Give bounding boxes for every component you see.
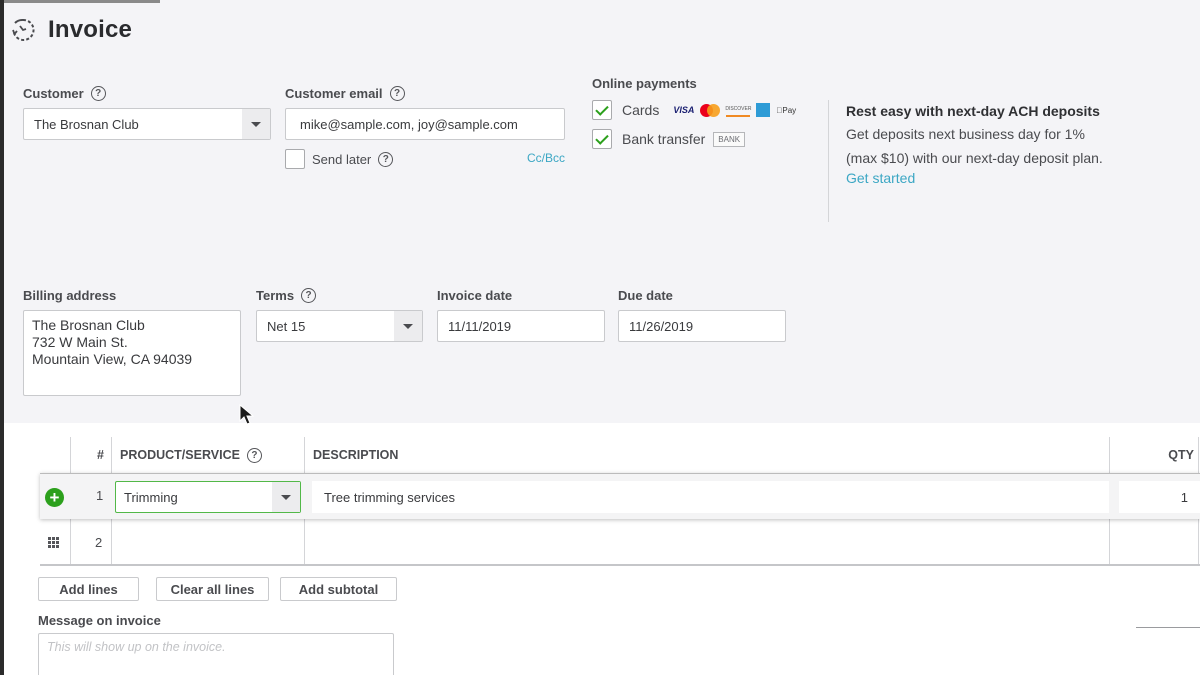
promo-title: Rest easy with next-day ACH deposits [846, 103, 1100, 119]
checkmark-icon [595, 101, 609, 116]
billing-line: 732 W Main St. [32, 334, 128, 350]
help-icon[interactable]: ? [378, 151, 394, 167]
bank-transfer-option: Bank transfer BANK [592, 129, 796, 149]
amex-icon [756, 103, 771, 117]
invoice-date-input[interactable]: 11/11/2019 [437, 310, 605, 342]
chevron-down-icon [403, 323, 413, 329]
billing-address-field: Billing address The Brosnan Club 732 W M… [23, 288, 241, 396]
recurring-clock-icon[interactable] [10, 17, 36, 43]
online-payments-label: Online payments [592, 76, 697, 91]
page-title: Invoice [48, 16, 133, 43]
due-date-value: 11/26/2019 [629, 318, 694, 334]
description-input[interactable]: Tree trimming services [312, 481, 1109, 513]
qty-input[interactable]: 1 [1119, 481, 1200, 513]
table-bottom-border [40, 564, 1200, 566]
due-date-label: Due date [618, 288, 673, 303]
column-header-number: # [97, 448, 104, 462]
cards-checkbox[interactable] [592, 100, 612, 120]
chevron-down-icon [251, 121, 261, 127]
bank-icon: BANK [713, 131, 746, 147]
product-dropdown-toggle[interactable] [272, 482, 300, 512]
chevron-down-icon [281, 494, 291, 500]
terms-dropdown-toggle[interactable] [394, 311, 422, 341]
divider [1136, 627, 1200, 628]
description-value: Tree trimming services [324, 489, 455, 505]
checkmark-icon [595, 130, 609, 145]
message-input[interactable]: This will show up on the invoice. [38, 633, 394, 675]
terms-select[interactable]: Net 15 [256, 310, 423, 342]
column-header-qty: QTY [1168, 448, 1194, 462]
billing-address-label: Billing address [23, 288, 117, 303]
help-icon[interactable]: ? [389, 86, 405, 101]
discover-icon: DISCOVER [725, 104, 751, 117]
get-started-link[interactable]: Get started [846, 170, 1118, 186]
clear-all-lines-button[interactable]: Clear all lines [156, 577, 269, 601]
email-label: Customer email ? [285, 86, 565, 101]
column-header-description: DESCRIPTION [313, 448, 399, 462]
card-logos: VISA DISCOVER Pay [673, 103, 796, 117]
row-number: 2 [95, 535, 103, 550]
qty-value: 1 [1180, 489, 1188, 505]
apple-pay-text: Pay [776, 105, 796, 115]
customer-dropdown-toggle[interactable] [242, 109, 270, 139]
help-icon[interactable]: ? [90, 86, 106, 101]
line-items-section: # PRODUCT/SERVICE ? DESCRIPTION QTY + 1 … [4, 423, 1200, 675]
terms-label: Terms ? [256, 288, 423, 303]
table-row[interactable]: + 1 Trimming Tree trimming services 1 [40, 473, 1200, 519]
add-subtotal-button[interactable]: Add subtotal [280, 577, 397, 601]
customer-value: The Brosnan Club [34, 116, 139, 132]
customer-select[interactable]: The Brosnan Club [23, 108, 271, 140]
invoice-date-value: 11/11/2019 [448, 318, 512, 334]
customer-field: Customer ? The Brosnan Club [23, 86, 271, 140]
terms-field: Terms ? Net 15 [256, 288, 423, 342]
send-later-checkbox[interactable] [285, 149, 305, 169]
help-icon[interactable]: ? [246, 447, 262, 463]
terms-label-text: Terms [256, 288, 295, 303]
customer-email-input[interactable]: mike@sample.com, joy@sample.com [285, 108, 565, 140]
invoice-date-field: Invoice date 11/11/2019 [437, 288, 605, 342]
product-header-text: PRODUCT/SERVICE [120, 448, 240, 462]
email-field: Customer email ? mike@sample.com, joy@sa… [285, 86, 565, 169]
terms-value: Net 15 [267, 318, 306, 334]
message-label: Message on invoice [38, 613, 161, 628]
help-icon[interactable]: ? [301, 288, 317, 303]
send-later-label: Send later [312, 151, 372, 167]
ach-promo: Rest easy with next-day ACH deposits Get… [828, 100, 1118, 222]
mastercard-icon [700, 103, 721, 117]
add-line-icon[interactable]: + [45, 488, 64, 507]
due-date-input[interactable]: 11/26/2019 [618, 310, 786, 342]
customer-label: Customer ? [23, 86, 271, 101]
email-label-text: Customer email [285, 86, 383, 101]
row-number: 1 [96, 488, 104, 503]
product-value: Trimming [124, 489, 178, 505]
add-lines-button[interactable]: Add lines [38, 577, 139, 601]
visa-icon: VISA [673, 105, 695, 115]
product-select[interactable]: Trimming [115, 481, 301, 513]
billing-address-input[interactable]: The Brosnan Club 732 W Main St. Mountain… [23, 310, 241, 396]
cards-option: Cards VISA DISCOVER Pay [592, 100, 796, 120]
email-value: mike@sample.com, joy@sample.com [300, 116, 518, 132]
due-date-field: Due date 11/26/2019 [618, 288, 786, 342]
billing-line: Mountain View, CA 94039 [32, 351, 193, 367]
send-later-row: Send later ? Cc/Bcc [285, 149, 565, 169]
cards-label: Cards [622, 102, 660, 118]
customer-label-text: Customer [23, 86, 84, 101]
message-placeholder: This will show up on the invoice. [47, 640, 226, 654]
invoice-date-label: Invoice date [437, 288, 513, 303]
bank-transfer-checkbox[interactable] [592, 129, 612, 149]
page-header: Invoice [10, 16, 132, 44]
apple-pay-icon: Pay [776, 106, 796, 115]
cc-bcc-link[interactable]: Cc/Bcc [527, 151, 565, 165]
drag-handle-icon[interactable] [48, 537, 59, 548]
mouse-cursor-icon [239, 403, 255, 425]
billing-line: The Brosnan Club [32, 317, 145, 333]
column-header-product: PRODUCT/SERVICE ? [120, 437, 262, 473]
bank-transfer-label: Bank transfer [622, 131, 706, 147]
promo-body: Get deposits next business day for 1% (m… [846, 126, 1103, 166]
online-payments: Online payments Cards VISA DISCOVER Pay… [592, 76, 796, 149]
